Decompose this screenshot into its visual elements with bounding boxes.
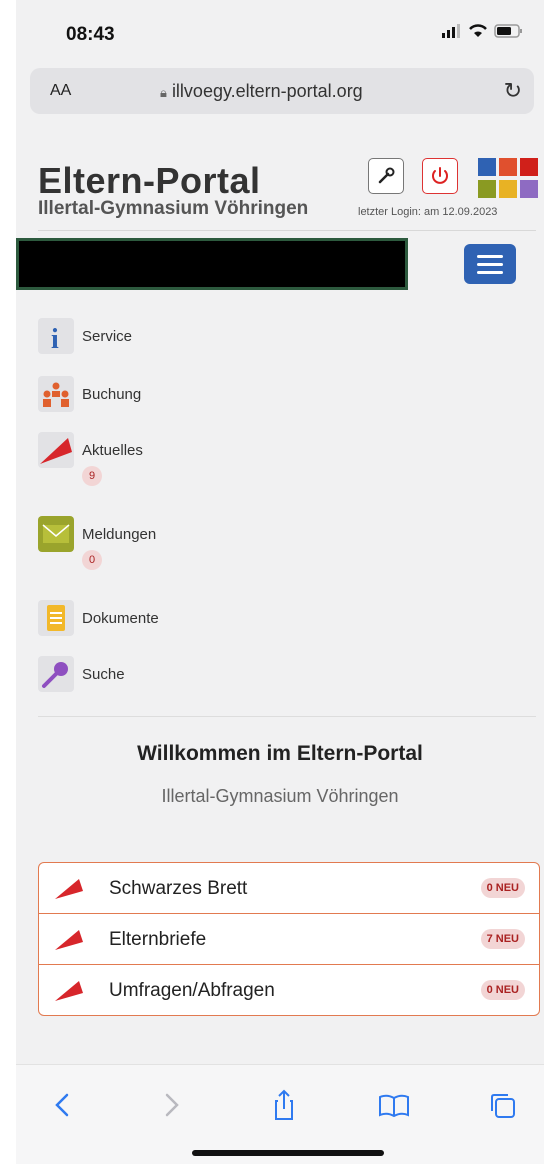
- nav-label: Meldungen: [82, 526, 157, 543]
- megaphone-icon: [38, 432, 74, 468]
- nav-label: Service: [82, 328, 133, 345]
- address-bar[interactable]: AA 🔒︎ illvoegy.eltern-portal.org ↻: [30, 68, 534, 114]
- search-icon: [38, 656, 74, 692]
- document-icon: [38, 600, 74, 636]
- bookmarks-icon[interactable]: [374, 1085, 414, 1125]
- welcome-title: Willkommen im Eltern-Portal: [137, 742, 423, 765]
- nav-label: Buchung: [82, 386, 142, 403]
- grid-tile: [478, 179, 496, 198]
- status-bar: 08:43: [16, 0, 544, 60]
- news-panel: Schwarzes Brett 0 NEU Elternbriefe 7 NEU…: [38, 862, 540, 1016]
- envelope-icon: [38, 516, 74, 552]
- browser-toolbar: [16, 1064, 544, 1164]
- back-icon[interactable]: [42, 1085, 82, 1125]
- people-icon: [38, 376, 74, 412]
- signal-icon: [442, 24, 460, 38]
- panel-row-elternbriefe[interactable]: Elternbriefe 7 NEU: [39, 913, 539, 964]
- wrench-icon: [378, 167, 395, 184]
- svg-text:i: i: [51, 324, 59, 354]
- new-count-badge: 0 NEU: [480, 980, 525, 1000]
- logout-button[interactable]: [422, 158, 458, 194]
- info-icon: i: [38, 318, 74, 355]
- header-divider: [38, 230, 536, 231]
- forward-icon[interactable]: [152, 1085, 192, 1125]
- text-size-button[interactable]: AA: [50, 82, 71, 100]
- row-label: Umfragen/Abfragen: [109, 980, 275, 1001]
- megaphone-icon: [55, 879, 83, 899]
- battery-icon: [494, 24, 522, 38]
- panel-row-umfragen[interactable]: Umfragen/Abfragen 0 NEU: [39, 964, 539, 1015]
- grid-tile: [499, 158, 517, 176]
- url-text: illvoegy.eltern-portal.org: [171, 81, 363, 101]
- row-label: Schwarzes Brett: [109, 878, 248, 899]
- phone-screen: 08:43 AA 🔒︎ illvoegy.eltern-portal.org ↻…: [16, 0, 544, 1164]
- panel-row-schwarzes-brett[interactable]: Schwarzes Brett 0 NEU: [39, 863, 539, 913]
- menu-line: [477, 271, 503, 274]
- school-name: Illertal-Gymnasium Vöhringen: [38, 198, 309, 219]
- count-badge: 9: [82, 466, 102, 486]
- new-count-badge: 0 NEU: [480, 878, 525, 898]
- wifi-icon: [469, 24, 487, 37]
- grid-tile: [478, 158, 496, 176]
- nav-label: Dokumente: [82, 610, 159, 627]
- megaphone-icon: [55, 930, 83, 950]
- url-field[interactable]: 🔒︎ illvoegy.eltern-portal.org: [160, 81, 363, 102]
- nav-label: Aktuelles: [82, 442, 143, 459]
- status-time: 08:43: [66, 24, 115, 45]
- tabs-icon[interactable]: [482, 1085, 522, 1125]
- grid-tile: [520, 179, 538, 198]
- home-indicator: [192, 1150, 384, 1156]
- menu-line: [477, 255, 503, 258]
- brand-title: Eltern-Portal: [38, 160, 261, 201]
- count-badge: 0: [82, 550, 102, 570]
- grid-tile: [520, 158, 538, 176]
- megaphone-icon: [55, 981, 83, 1001]
- section-divider: [38, 716, 536, 717]
- reload-icon[interactable]: ↻: [504, 78, 522, 104]
- new-count-badge: 7 NEU: [480, 929, 525, 949]
- app-grid-icon[interactable]: [478, 158, 538, 198]
- last-login: letzter Login: am 12.09.2023: [358, 206, 498, 218]
- grid-tile: [499, 179, 517, 198]
- menu-line: [477, 263, 503, 266]
- share-icon[interactable]: [264, 1085, 304, 1125]
- settings-button[interactable]: [368, 158, 404, 194]
- power-icon: [432, 167, 448, 184]
- hamburger-menu-button[interactable]: [464, 244, 516, 284]
- row-label: Elternbriefe: [109, 929, 207, 950]
- status-icons: [442, 24, 524, 38]
- redacted-area: [16, 238, 408, 290]
- welcome-subtitle: Illertal-Gymnasium Vöhringen: [161, 786, 399, 806]
- lock-icon: 🔒︎: [160, 85, 167, 100]
- nav-label: Suche: [82, 666, 125, 683]
